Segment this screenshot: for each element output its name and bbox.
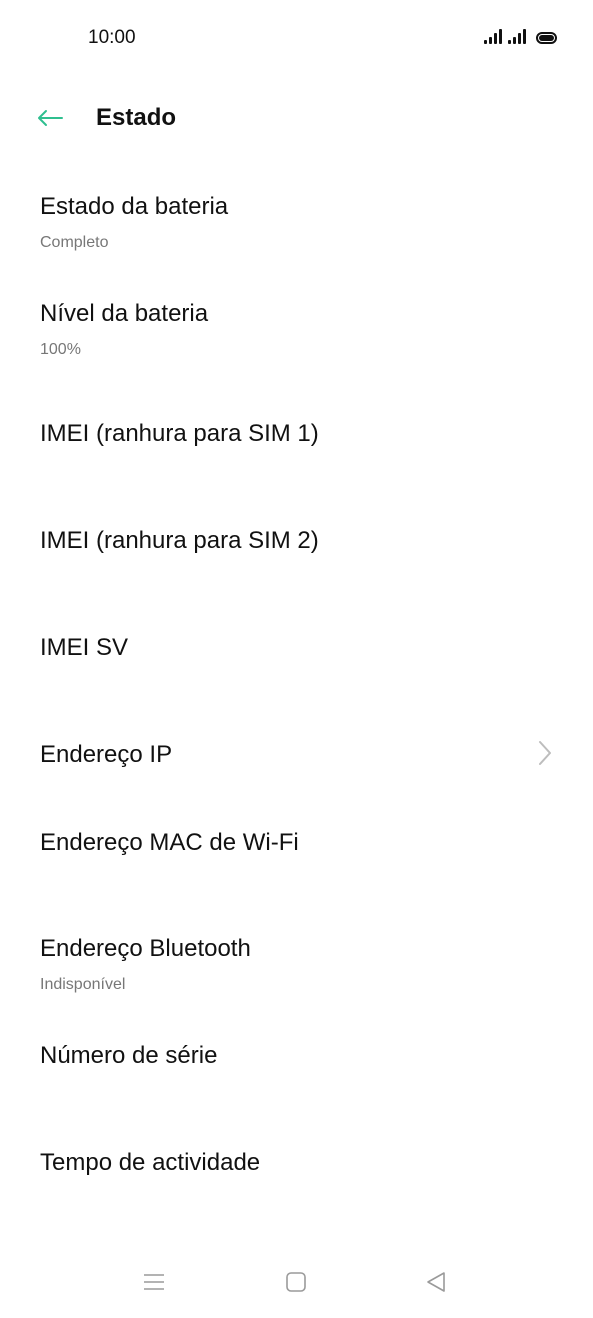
battery-icon <box>536 32 557 44</box>
battery-fill <box>539 35 554 41</box>
row-title: Nível da bateria <box>40 300 209 327</box>
status-list: Estado da bateria Completo Nível da bate… <box>0 160 593 1223</box>
row-imei-sv[interactable]: IMEI SV <box>0 588 593 695</box>
row-title: Tempo de actividade <box>40 1149 261 1176</box>
row-wifi-mac[interactable]: Endereço MAC de Wi-Fi <box>0 802 593 902</box>
row-subtitle: 100% <box>40 341 81 358</box>
signal-sim1-icon <box>484 29 502 44</box>
row-title: IMEI (ranhura para SIM 2) <box>40 527 319 554</box>
row-serial-number[interactable]: Número de série <box>0 1009 593 1116</box>
row-title: Estado da bateria <box>40 193 229 220</box>
row-subtitle: Completo <box>40 234 109 251</box>
app-bar: Estado <box>0 90 593 146</box>
row-title: Endereço IP <box>40 741 173 768</box>
home-button[interactable] <box>280 1268 312 1296</box>
menu-button[interactable] <box>138 1268 170 1296</box>
row-bluetooth-address[interactable]: Endereço Bluetooth Indisponível <box>0 902 593 1009</box>
signal-sim2-icon <box>508 29 526 44</box>
row-title: Número de série <box>40 1042 218 1069</box>
back-nav-button[interactable] <box>420 1268 452 1296</box>
row-title: IMEI SV <box>40 634 129 661</box>
home-icon <box>286 1272 306 1292</box>
back-button[interactable] <box>30 100 70 136</box>
row-title: Endereço MAC de Wi-Fi <box>40 829 299 856</box>
status-time: 10:00 <box>88 27 136 48</box>
status-bar: 10:00 <box>0 0 593 78</box>
row-imei-sim2[interactable]: IMEI (ranhura para SIM 2) <box>0 481 593 588</box>
back-triangle-icon <box>427 1272 445 1292</box>
row-title: IMEI (ranhura para SIM 1) <box>40 420 319 447</box>
menu-icon <box>144 1274 164 1290</box>
arrow-left-icon <box>38 110 63 126</box>
navigation-bar <box>0 1250 593 1314</box>
chevron-right-icon <box>539 741 551 765</box>
row-battery-level[interactable]: Nível da bateria 100% <box>0 267 593 374</box>
row-subtitle: Indisponível <box>40 976 126 993</box>
row-title: Endereço Bluetooth <box>40 935 251 962</box>
status-icons <box>484 29 557 44</box>
row-battery-state[interactable]: Estado da bateria Completo <box>0 160 593 267</box>
row-ip-address[interactable]: Endereço IP <box>0 695 593 802</box>
page-title: Estado <box>96 104 177 131</box>
row-uptime[interactable]: Tempo de actividade <box>0 1116 593 1223</box>
row-imei-sim1[interactable]: IMEI (ranhura para SIM 1) <box>0 374 593 481</box>
